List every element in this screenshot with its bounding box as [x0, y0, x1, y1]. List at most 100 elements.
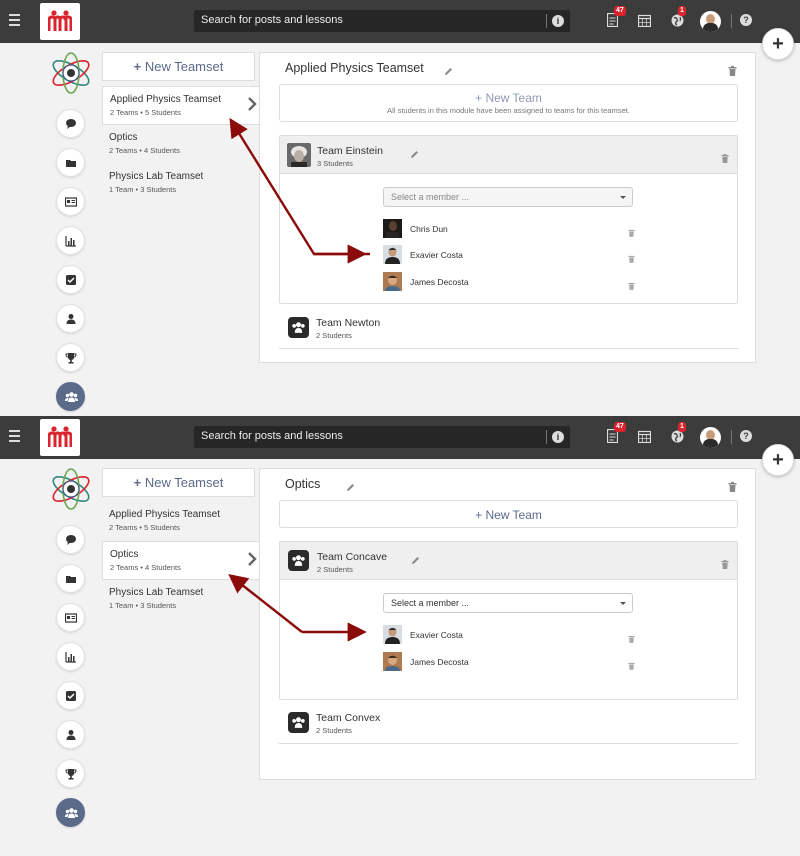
member-name: James Decosta — [410, 277, 469, 287]
navbar-divider — [731, 430, 732, 444]
new-team-note: All students in this module have been as… — [387, 106, 630, 115]
pencil-icon[interactable] — [346, 479, 355, 497]
logo-icon[interactable] — [40, 3, 80, 40]
chart-icon[interactable] — [56, 642, 85, 671]
teamset-item-physics-lab[interactable]: Physics Lab Teamset 1 Team • 3 Students — [102, 164, 255, 203]
teamset-meta: 2 Teams • 4 Students — [110, 563, 181, 572]
user-avatar[interactable] — [700, 11, 721, 32]
trash-icon[interactable] — [628, 250, 635, 268]
select-placeholder: Select a member ... — [391, 598, 470, 608]
member-avatar — [383, 219, 402, 238]
teamset-item-applied-physics[interactable]: Applied Physics Teamset 2 Teams • 5 Stud… — [102, 86, 262, 125]
pencil-icon[interactable] — [444, 63, 453, 81]
info-icon[interactable]: i — [552, 431, 564, 443]
trash-icon[interactable] — [628, 657, 635, 675]
new-teamset-label: New Teamset — [144, 475, 224, 490]
search-input[interactable]: Search for posts and lessons i — [194, 426, 570, 448]
team-row-newton[interactable]: Team Newton 2 Students — [279, 311, 738, 349]
checkbox-icon[interactable] — [56, 265, 85, 294]
trash-icon[interactable] — [628, 224, 635, 242]
member-avatar — [383, 625, 402, 644]
search-input[interactable]: Search for posts and lessons i — [194, 10, 570, 32]
teamset-title: Optics — [285, 477, 321, 491]
teamset-detail-panel: Applied Physics Teamset + New Team All s… — [259, 52, 756, 363]
new-teamset-button[interactable]: + New Teamset — [102, 52, 255, 81]
member-row-exavier-costa: Exavier Costa — [383, 245, 635, 268]
search-divider — [546, 14, 547, 28]
info-icon[interactable]: i — [552, 15, 564, 27]
globe-badge: 1 — [678, 422, 686, 432]
trash-icon[interactable] — [628, 277, 635, 295]
course-logo-icon[interactable] — [49, 467, 93, 516]
trash-icon[interactable] — [728, 479, 737, 497]
teamset-item-applied-physics[interactable]: Applied Physics Teamset 2 Teams • 5 Stud… — [102, 502, 255, 541]
teamset-name: Applied Physics Teamset — [110, 94, 221, 105]
pencil-icon[interactable] — [411, 552, 420, 570]
menu-icon[interactable] — [9, 14, 20, 26]
help-icon[interactable]: ? — [740, 430, 752, 442]
course-logo-icon[interactable] — [49, 51, 93, 100]
folder-icon[interactable] — [56, 564, 85, 593]
teamset-item-optics[interactable]: Optics 2 Teams • 4 Students — [102, 125, 255, 164]
logo-icon[interactable] — [40, 419, 80, 456]
globe-icon[interactable] — [671, 430, 684, 448]
chat-icon[interactable] — [56, 525, 85, 554]
member-name: Chris Dun — [410, 224, 448, 234]
menu-icon[interactable] — [9, 430, 20, 442]
notification-badge: 47 — [614, 6, 626, 16]
teamset-item-physics-lab[interactable]: Physics Lab Teamset 1 Team • 3 Students — [102, 580, 255, 619]
team-header[interactable]: Team Concave 2 Students — [280, 542, 737, 580]
trash-icon[interactable] — [728, 63, 737, 81]
pencil-icon[interactable] — [410, 146, 419, 164]
calendar-icon[interactable] — [637, 14, 652, 32]
chevron-right-icon[interactable] — [246, 97, 258, 111]
user-icon[interactable] — [56, 720, 85, 749]
new-teamset-button[interactable]: + New Teamset — [102, 468, 255, 497]
checkbox-icon[interactable] — [56, 681, 85, 710]
user-avatar[interactable] — [700, 427, 721, 448]
chevron-right-icon[interactable] — [246, 552, 258, 566]
member-avatar — [383, 245, 402, 264]
team-row-convex[interactable]: Team Convex 2 Students — [279, 706, 738, 744]
plus-icon: + — [475, 508, 483, 522]
select-member-dropdown[interactable]: Select a member ... — [383, 593, 633, 613]
teamset-detail-panel: Optics + New Team Team Concave 2 Student… — [259, 468, 756, 780]
member-row-james-decosta: James Decosta — [383, 652, 635, 675]
id-card-icon[interactable] — [56, 603, 85, 632]
chat-icon[interactable] — [56, 109, 85, 138]
select-member-dropdown[interactable]: Select a member ... — [383, 187, 633, 207]
new-team-label: New Team — [485, 91, 542, 105]
member-name: Exavier Costa — [410, 250, 463, 260]
member-name: James Decosta — [410, 657, 469, 667]
folder-icon[interactable] — [56, 148, 85, 177]
member-row-chris-dun: Chris Dun — [383, 219, 635, 242]
new-team-button[interactable]: + New Team — [279, 500, 738, 528]
teamset-item-optics[interactable]: Optics 2 Teams • 4 Students — [102, 541, 262, 580]
teams-icon[interactable] — [56, 798, 85, 827]
trophy-icon[interactable] — [56, 343, 85, 372]
search-divider — [546, 430, 547, 444]
id-card-icon[interactable] — [56, 187, 85, 216]
help-icon[interactable]: ? — [740, 14, 752, 26]
team-header[interactable]: Team Einstein 3 Students — [280, 136, 737, 174]
team-name: Team Newton — [316, 317, 381, 329]
team-name: Team Einstein — [317, 145, 383, 157]
chart-icon[interactable] — [56, 226, 85, 255]
teamset-name: Physics Lab Teamset — [109, 171, 204, 182]
calendar-icon[interactable] — [637, 430, 652, 448]
new-team-button[interactable]: + New Team All students in this module h… — [279, 84, 738, 122]
globe-icon[interactable] — [671, 14, 684, 32]
add-icon[interactable]: + — [762, 444, 794, 476]
trash-icon[interactable] — [721, 150, 729, 168]
trash-icon[interactable] — [721, 556, 729, 574]
teamset-meta: 2 Teams • 5 Students — [109, 523, 180, 532]
navbar-divider — [731, 14, 732, 28]
top-navbar: Search for posts and lessons i 47 1 ? — [0, 0, 800, 43]
trash-icon[interactable] — [628, 630, 635, 648]
screenshot-panel-top: Search for posts and lessons i 47 1 ? + — [0, 0, 800, 416]
user-icon[interactable] — [56, 304, 85, 333]
trophy-icon[interactable] — [56, 759, 85, 788]
add-icon[interactable]: + — [762, 28, 794, 60]
plus-icon: + — [475, 91, 483, 105]
teams-icon[interactable] — [56, 382, 85, 411]
